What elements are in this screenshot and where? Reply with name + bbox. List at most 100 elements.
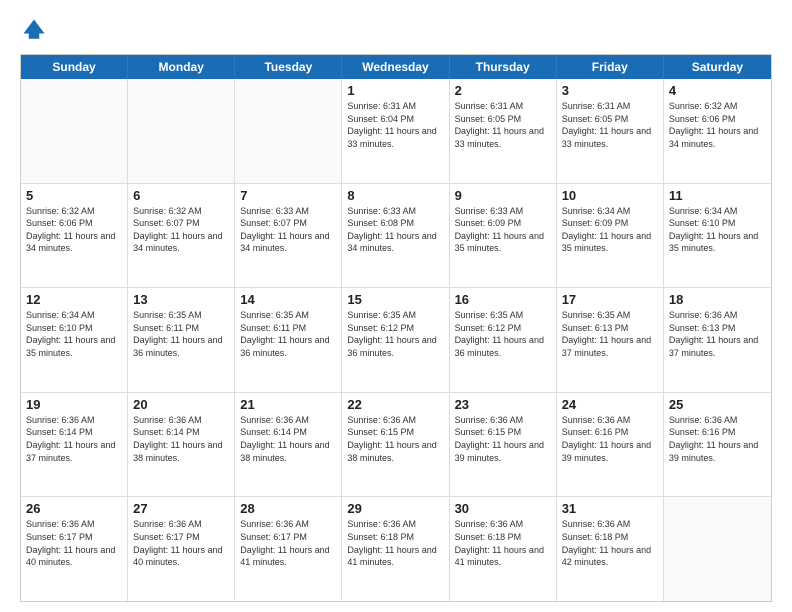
day-info: Sunrise: 6:36 AMSunset: 6:14 PMDaylight:… (26, 414, 122, 464)
day-number: 13 (133, 292, 229, 307)
calendar-cell (235, 79, 342, 183)
calendar-cell: 21Sunrise: 6:36 AMSunset: 6:14 PMDayligh… (235, 393, 342, 497)
calendar-week: 1 Sunrise: 6:31 AMSunset: 6:04 PMDaylight… (21, 79, 771, 184)
calendar-cell: 29Sunrise: 6:36 AMSunset: 6:18 PMDayligh… (342, 497, 449, 601)
day-info: Sunrise: 6:35 AMSunset: 6:11 PMDaylight:… (240, 309, 336, 359)
calendar-cell: 18 Sunrise: 6:36 AMSunset: 6:13 PMDayligh… (664, 288, 771, 392)
day-number: 24 (562, 397, 658, 412)
calendar-cell: 14 Sunrise: 6:35 AMSunset: 6:11 PMDayligh… (235, 288, 342, 392)
day-number: 20 (133, 397, 229, 412)
day-number: 28 (240, 501, 336, 516)
calendar-cell: 13 Sunrise: 6:35 AMSunset: 6:11 PMDayligh… (128, 288, 235, 392)
day-number: 16 (455, 292, 551, 307)
day-info: Sunrise: 6:31 AMSunset: 6:05 PMDaylight:… (562, 100, 658, 150)
day-number: 15 (347, 292, 443, 307)
day-info: Sunrise: 6:36 AMSunset: 6:18 PMDaylight:… (455, 518, 551, 568)
weekday-header: Friday (557, 55, 664, 79)
page-header (20, 16, 772, 44)
day-number: 8 (347, 188, 443, 203)
day-info: Sunrise: 6:32 AMSunset: 6:06 PMDaylight:… (669, 100, 766, 150)
day-number: 11 (669, 188, 766, 203)
calendar-header: SundayMondayTuesdayWednesdayThursdayFrid… (21, 55, 771, 79)
day-number: 12 (26, 292, 122, 307)
weekday-header: Thursday (450, 55, 557, 79)
day-number: 23 (455, 397, 551, 412)
weekday-header: Wednesday (342, 55, 449, 79)
calendar-cell: 3 Sunrise: 6:31 AMSunset: 6:05 PMDaylight… (557, 79, 664, 183)
calendar-cell: 6 Sunrise: 6:32 AMSunset: 6:07 PMDaylight… (128, 184, 235, 288)
calendar-cell: 7Sunrise: 6:33 AMSunset: 6:07 PMDaylight… (235, 184, 342, 288)
calendar-cell: 30Sunrise: 6:36 AMSunset: 6:18 PMDayligh… (450, 497, 557, 601)
calendar-cell: 16 Sunrise: 6:35 AMSunset: 6:12 PMDayligh… (450, 288, 557, 392)
weekday-header: Monday (128, 55, 235, 79)
day-info: Sunrise: 6:35 AMSunset: 6:13 PMDaylight:… (562, 309, 658, 359)
day-info: Sunrise: 6:36 AMSunset: 6:15 PMDaylight:… (455, 414, 551, 464)
logo (20, 16, 52, 44)
day-info: Sunrise: 6:36 AMSunset: 6:13 PMDaylight:… (669, 309, 766, 359)
day-info: Sunrise: 6:31 AMSunset: 6:05 PMDaylight:… (455, 100, 551, 150)
calendar-week: 26Sunrise: 6:36 AMSunset: 6:17 PMDayligh… (21, 497, 771, 601)
day-number: 22 (347, 397, 443, 412)
calendar-cell: 27 Sunrise: 6:36 AMSunset: 6:17 PMDayligh… (128, 497, 235, 601)
day-info: Sunrise: 6:34 AMSunset: 6:10 PMDaylight:… (26, 309, 122, 359)
day-info: Sunrise: 6:34 AMSunset: 6:10 PMDaylight:… (669, 205, 766, 255)
calendar-cell: 12 Sunrise: 6:34 AMSunset: 6:10 PMDayligh… (21, 288, 128, 392)
calendar: SundayMondayTuesdayWednesdayThursdayFrid… (20, 54, 772, 602)
day-info: Sunrise: 6:32 AMSunset: 6:07 PMDaylight:… (133, 205, 229, 255)
day-number: 9 (455, 188, 551, 203)
calendar-week: 12 Sunrise: 6:34 AMSunset: 6:10 PMDayligh… (21, 288, 771, 393)
day-info: Sunrise: 6:35 AMSunset: 6:11 PMDaylight:… (133, 309, 229, 359)
day-info: Sunrise: 6:31 AMSunset: 6:04 PMDaylight:… (347, 100, 443, 150)
day-info: Sunrise: 6:36 AMSunset: 6:14 PMDaylight:… (133, 414, 229, 464)
day-number: 27 (133, 501, 229, 516)
day-info: Sunrise: 6:36 AMSunset: 6:18 PMDaylight:… (562, 518, 658, 568)
calendar-cell: 22 Sunrise: 6:36 AMSunset: 6:15 PMDayligh… (342, 393, 449, 497)
calendar-cell: 2 Sunrise: 6:31 AMSunset: 6:05 PMDaylight… (450, 79, 557, 183)
weekday-header: Saturday (664, 55, 771, 79)
calendar-cell: 25 Sunrise: 6:36 AMSunset: 6:16 PMDayligh… (664, 393, 771, 497)
day-number: 6 (133, 188, 229, 203)
calendar-cell: 24 Sunrise: 6:36 AMSunset: 6:16 PMDayligh… (557, 393, 664, 497)
day-number: 10 (562, 188, 658, 203)
calendar-cell: 19Sunrise: 6:36 AMSunset: 6:14 PMDayligh… (21, 393, 128, 497)
day-info: Sunrise: 6:32 AMSunset: 6:06 PMDaylight:… (26, 205, 122, 255)
weekday-header: Tuesday (235, 55, 342, 79)
day-info: Sunrise: 6:36 AMSunset: 6:17 PMDaylight:… (133, 518, 229, 568)
day-info: Sunrise: 6:35 AMSunset: 6:12 PMDaylight:… (347, 309, 443, 359)
calendar-week: 19Sunrise: 6:36 AMSunset: 6:14 PMDayligh… (21, 393, 771, 498)
calendar-week: 5 Sunrise: 6:32 AMSunset: 6:06 PMDaylight… (21, 184, 771, 289)
day-info: Sunrise: 6:36 AMSunset: 6:17 PMDaylight:… (240, 518, 336, 568)
day-number: 1 (347, 83, 443, 98)
calendar-cell (128, 79, 235, 183)
day-info: Sunrise: 6:36 AMSunset: 6:16 PMDaylight:… (669, 414, 766, 464)
day-info: Sunrise: 6:33 AMSunset: 6:08 PMDaylight:… (347, 205, 443, 255)
calendar-cell: 15 Sunrise: 6:35 AMSunset: 6:12 PMDayligh… (342, 288, 449, 392)
day-number: 3 (562, 83, 658, 98)
calendar-cell: 9 Sunrise: 6:33 AMSunset: 6:09 PMDaylight… (450, 184, 557, 288)
calendar-cell (664, 497, 771, 601)
day-number: 25 (669, 397, 766, 412)
day-info: Sunrise: 6:36 AMSunset: 6:17 PMDaylight:… (26, 518, 122, 568)
calendar-cell: 10 Sunrise: 6:34 AMSunset: 6:09 PMDayligh… (557, 184, 664, 288)
calendar-cell: 26Sunrise: 6:36 AMSunset: 6:17 PMDayligh… (21, 497, 128, 601)
calendar-cell: 28 Sunrise: 6:36 AMSunset: 6:17 PMDayligh… (235, 497, 342, 601)
day-number: 18 (669, 292, 766, 307)
calendar-cell: 1 Sunrise: 6:31 AMSunset: 6:04 PMDaylight… (342, 79, 449, 183)
day-info: Sunrise: 6:34 AMSunset: 6:09 PMDaylight:… (562, 205, 658, 255)
calendar-cell: 5 Sunrise: 6:32 AMSunset: 6:06 PMDaylight… (21, 184, 128, 288)
calendar-body: 1 Sunrise: 6:31 AMSunset: 6:04 PMDaylight… (21, 79, 771, 601)
day-info: Sunrise: 6:33 AMSunset: 6:07 PMDaylight:… (240, 205, 336, 255)
calendar-cell: 20 Sunrise: 6:36 AMSunset: 6:14 PMDayligh… (128, 393, 235, 497)
day-number: 5 (26, 188, 122, 203)
day-number: 14 (240, 292, 336, 307)
day-info: Sunrise: 6:36 AMSunset: 6:15 PMDaylight:… (347, 414, 443, 464)
day-info: Sunrise: 6:33 AMSunset: 6:09 PMDaylight:… (455, 205, 551, 255)
day-number: 2 (455, 83, 551, 98)
day-info: Sunrise: 6:36 AMSunset: 6:16 PMDaylight:… (562, 414, 658, 464)
calendar-cell: 11 Sunrise: 6:34 AMSunset: 6:10 PMDayligh… (664, 184, 771, 288)
day-number: 4 (669, 83, 766, 98)
calendar-page: SundayMondayTuesdayWednesdayThursdayFrid… (0, 0, 792, 612)
day-number: 29 (347, 501, 443, 516)
day-info: Sunrise: 6:35 AMSunset: 6:12 PMDaylight:… (455, 309, 551, 359)
calendar-cell (21, 79, 128, 183)
